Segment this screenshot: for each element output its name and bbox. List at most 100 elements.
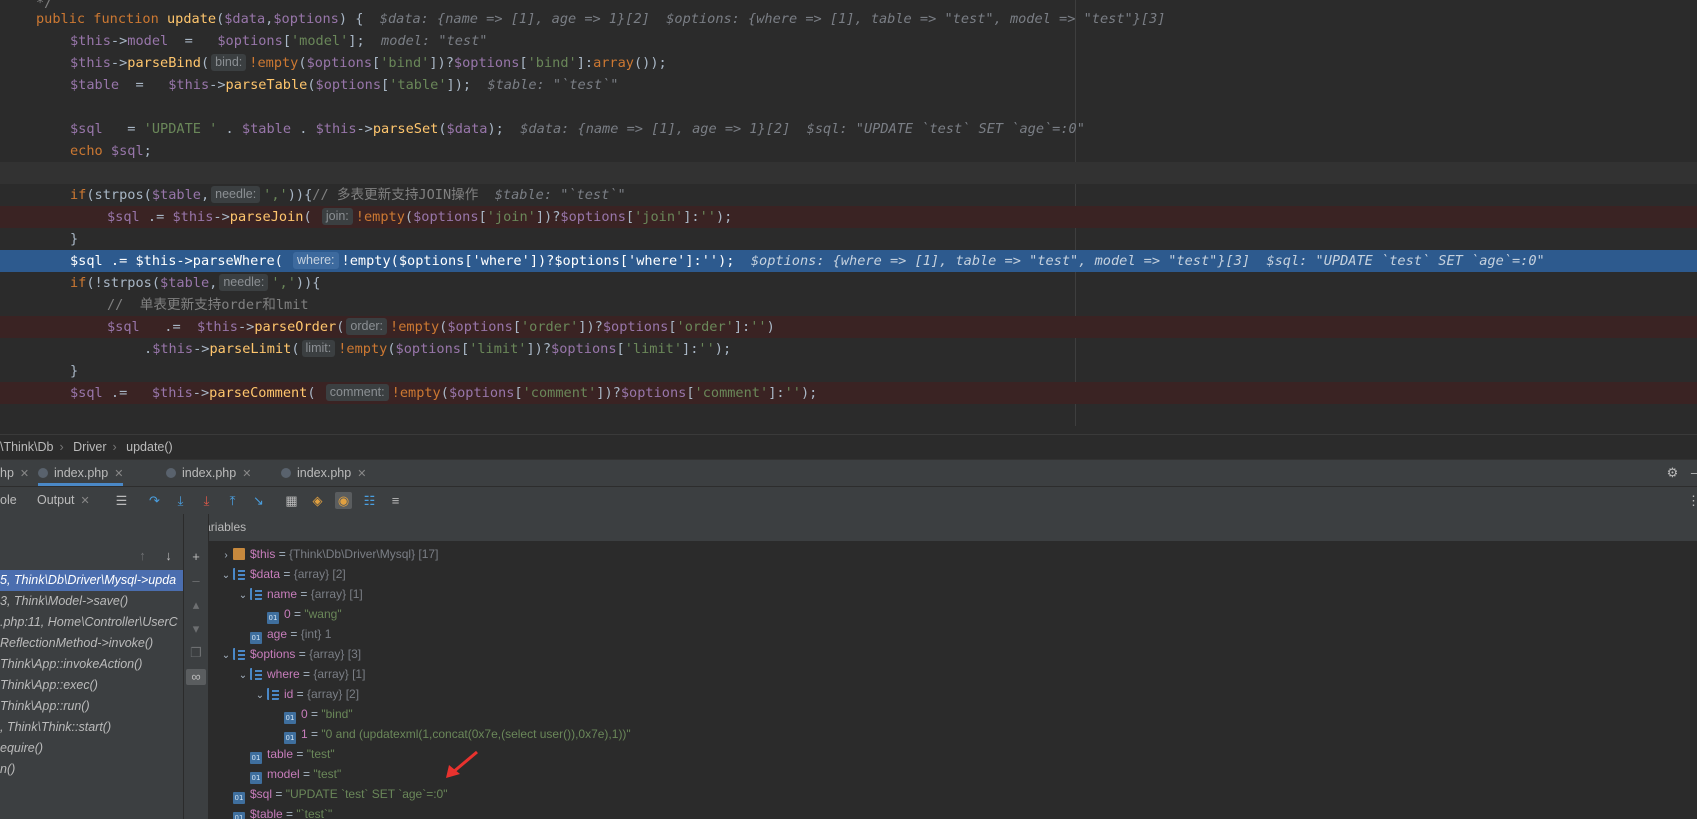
arrow-down-icon[interactable]: ↓ [160,547,177,564]
variable-type: {int} 1 [300,627,332,641]
variable-row[interactable]: 01 $table = "`test`" [219,804,332,819]
expand-toggle-icon[interactable]: ⌄ [236,586,250,606]
run-to-cursor-icon[interactable]: ↘ [250,492,267,509]
tab-output[interactable]: Output ✕ [37,487,90,514]
code-line-parse-where[interactable]: $sql .= $this->parseWhere( where: !empty(… [0,250,1697,272]
calculator-icon[interactable]: ▦ [283,492,300,509]
expand-toggle-icon[interactable]: ⌄ [219,646,233,666]
code-line-sql-update[interactable]: $sql = 'UPDATE ' . $table . $this->parse… [0,118,1697,140]
variable-row[interactable]: ⌄ $options = {array} [3] [219,644,361,664]
code-line-parse-join[interactable]: $sql .= $this->parseJoin( join: !empty($o… [0,206,1697,228]
tab-console[interactable]: ole [0,487,17,514]
variable-row[interactable]: 01 model = "test" [236,764,341,784]
variable-row[interactable]: 01 $sql = "UPDATE `test` SET `age`=:0" [219,784,448,804]
parameter-hint: comment: [325,384,389,401]
more-icon[interactable]: ⋮ [1685,492,1697,509]
tab-index-php-2[interactable]: index.php ✕ [166,460,251,486]
array-icon [250,588,262,600]
code-token: ( [336,319,345,335]
arrow-up-icon[interactable]: ↑ [134,547,151,564]
tab-index-php-3[interactable]: index.php ✕ [281,460,366,486]
close-icon[interactable]: ✕ [242,468,251,480]
list-icon[interactable]: ☷ [361,492,378,509]
code-token: [ [616,341,625,357]
remove-icon[interactable]: – [188,573,204,589]
code-line-parse-bind[interactable]: $this->parseBind(bind: !empty($options['b… [0,52,1697,74]
settings-list-icon[interactable]: ≡ [387,492,404,509]
tab-previous-file[interactable]: hp ✕ [0,460,29,486]
minimize-icon[interactable]: – [1686,464,1697,481]
force-step-into-icon[interactable]: ⤓ [198,492,215,509]
add-watch-icon[interactable]: + [188,549,204,565]
variable-row[interactable]: ⌄ where = {array} [1] [236,664,366,686]
code-editor[interactable]: */public function update($data,$options)… [0,0,1697,426]
step-out-icon[interactable]: ⤒ [224,492,241,509]
stack-frame[interactable]: ReflectionMethod->invoke() [0,633,183,654]
variable-row[interactable]: ⌄ $data = {array} [2] [219,564,346,584]
code-line-blank[interactable] [0,96,1697,118]
glasses-icon[interactable]: ∞ [186,669,206,685]
code-line-parse-table[interactable]: $table = $this->parseTable($options['tab… [0,74,1697,96]
stack-frame[interactable]: 3, Think\Model->save() [0,591,183,612]
code-token: . [217,121,242,137]
code-line-blank[interactable] [0,404,1697,426]
stack-frame[interactable]: Think\App::run() [0,696,183,717]
variable-row[interactable]: ⌄ id = {array} [2] [253,684,359,704]
code-line-parse-order[interactable]: $sql .= $this->parseOrder(order: !empty($… [0,316,1697,338]
stack-frame[interactable]: Think\App::invokeAction() [0,654,183,675]
close-icon[interactable]: ✕ [114,468,123,480]
stack-frame[interactable]: Think\App::exec() [0,675,183,696]
code-line-if-join[interactable]: if(strpos($table, needle: ',')){// 多表更新支持J… [0,184,1697,206]
close-icon[interactable]: ✕ [20,468,29,480]
copy-icon[interactable]: ❐ [188,645,204,661]
variable-row[interactable]: 01 0 = "wang" [253,604,342,624]
code-token: $table [70,77,120,93]
step-over-icon[interactable]: ↷ [146,492,163,509]
expand-toggle-icon[interactable]: ⌄ [219,566,233,586]
menu-icon[interactable]: ☰ [113,492,130,509]
variable-row[interactable]: 01 table = "test" [236,744,335,764]
variable-type: {array} [2] [307,687,360,701]
code-line-function-signature[interactable]: public function update($data,$options) {… [0,8,1697,30]
inline-debug-value: model: "test" [381,33,488,49]
code-line-current-line[interactable] [0,162,1697,184]
stack-frame[interactable]: .php:11, Home\Controller\UserC [0,612,183,633]
gear-icon[interactable]: ⚙ [1664,464,1681,481]
code-line-echo-sql[interactable]: echo $sql; [0,140,1697,162]
breadcrumb-method[interactable]: update() [126,440,173,454]
code-line-comment-order[interactable]: // 单表更新支持order和lmit [0,294,1697,316]
variable-row[interactable]: ⌄ name = {array} [1] [236,584,363,604]
move-up-icon[interactable]: ▴ [188,597,204,613]
stack-frame[interactable]: 5, Think\Db\Driver\Mysql->upda [0,570,183,591]
close-icon[interactable]: ✕ [357,468,366,480]
expand-toggle-icon[interactable]: › [219,546,233,566]
breadcrumb-namespace[interactable]: \Think\Db [0,440,54,454]
code-line-model-assign[interactable]: $this->model = $options['model']; model:… [0,30,1697,52]
variable-row[interactable]: 01 age = {int} 1 [236,624,331,644]
stack-frame[interactable]: n() [0,759,183,780]
tab-index-php-active[interactable]: index.php ✕ [38,460,124,486]
code-token: 'where' [628,253,686,269]
variable-row[interactable]: 01 0 = "bind" [270,704,353,724]
code-line-parse-comment[interactable]: $sql .= $this->parseComment( comment: !em… [0,382,1697,404]
variable-row[interactable]: 01 1 = "0 and (updatexml(1,concat(0x7e,(s… [270,724,631,744]
code-line-close-brace[interactable]: } [0,360,1697,382]
breakpoints-icon[interactable]: ◈ [309,492,326,509]
breadcrumb-class[interactable]: Driver [73,440,106,454]
stack-frame[interactable]: equire() [0,738,183,759]
stack-frame[interactable]: , Think\Think::start() [0,717,183,738]
expand-toggle-icon[interactable]: ⌄ [236,666,250,686]
variable-row[interactable]: › $this = {Think\Db\Driver\Mysql} [17] [219,544,438,564]
move-down-icon[interactable]: ▾ [188,621,204,637]
code-token: $options [620,385,687,401]
step-into-icon[interactable]: ⤓ [172,492,189,509]
mute-breakpoints-icon[interactable]: ◉ [335,492,352,509]
frames-panel: ↑ ↓ 5, Think\Db\Driver\Mysql->upda 3, Thi… [0,514,184,819]
code-line-parse-limit[interactable]: .$this->parseLimit(limit: !empty($options… [0,338,1697,360]
close-icon[interactable]: ✕ [81,495,90,507]
expand-toggle-icon[interactable]: ⌄ [253,686,267,706]
code-line-close-brace[interactable]: } [0,228,1697,250]
code-token: [ [514,385,523,401]
code-line-if-single[interactable]: if(!strpos($table, needle: ',')){ [0,272,1697,294]
code-token: $sql [107,209,140,225]
